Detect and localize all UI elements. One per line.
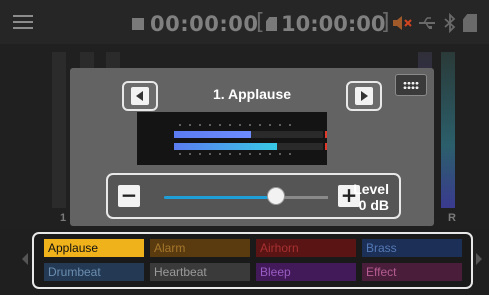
next-arrow-icon — [361, 91, 368, 101]
sound-pads: Applause Alarm Airhorn Brass Drumbeat Heartbe… — [32, 232, 473, 289]
level-meter — [137, 112, 327, 165]
next-sound-button[interactable] — [346, 81, 382, 111]
remaining-time: 10:00:00 — [281, 12, 386, 36]
pads-left-arrow-icon[interactable] — [22, 253, 28, 265]
sound-pad-airhorn[interactable]: Airhorn — [256, 239, 356, 257]
speaker-mute-icon — [393, 16, 412, 30]
pads-right-arrow-icon[interactable] — [476, 253, 482, 265]
grid-icon — [403, 81, 419, 90]
status-bar: 00:00:00 [ 10:00:00 ] — [0, 0, 489, 44]
channel-label: R — [448, 212, 456, 224]
stop-icon — [132, 18, 144, 30]
open-bracket: [ — [256, 10, 265, 35]
level-slider-knob[interactable] — [266, 187, 285, 205]
peak-indicator — [325, 143, 327, 150]
sound-pad-brass[interactable]: Brass — [362, 239, 462, 257]
level-value: 0 dB — [358, 197, 389, 213]
elapsed-time: 00:00:00 — [150, 12, 259, 36]
sound-pad-drumbeat[interactable]: Drumbeat — [44, 263, 144, 281]
meter-fill-ch1 — [174, 131, 252, 138]
level-readout: Level 0 dB — [353, 181, 389, 213]
level-label: Level — [353, 181, 389, 197]
meter-fill-ch2 — [174, 143, 277, 150]
level-control: − + Level 0 dB — [106, 173, 401, 219]
channel-label: 1 — [60, 212, 67, 224]
sound-pad-popup: 1. Applause − + Level 0 dB — [70, 68, 434, 226]
close-bracket: ] — [381, 10, 390, 35]
channel-strip — [441, 52, 455, 208]
sound-pad-heartbeat[interactable]: Heartbeat — [150, 263, 250, 281]
level-slider-track[interactable] — [164, 196, 276, 199]
sound-pad-effect[interactable]: Effect — [362, 263, 462, 281]
sound-pad-alarm[interactable]: Alarm — [150, 239, 250, 257]
level-decrease-button[interactable]: − — [118, 185, 140, 207]
grid-view-button[interactable] — [395, 74, 427, 96]
channel-strip — [52, 52, 66, 208]
menu-icon[interactable] — [13, 15, 33, 31]
sound-pad-applause[interactable]: Applause — [44, 239, 144, 257]
peak-indicator — [325, 131, 327, 138]
usb-icon — [419, 17, 435, 29]
sd-card-icon — [266, 17, 277, 31]
bluetooth-icon — [444, 13, 456, 33]
sd-card-status-icon — [463, 14, 477, 32]
sound-pad-bleep[interactable]: Bleep — [256, 263, 356, 281]
